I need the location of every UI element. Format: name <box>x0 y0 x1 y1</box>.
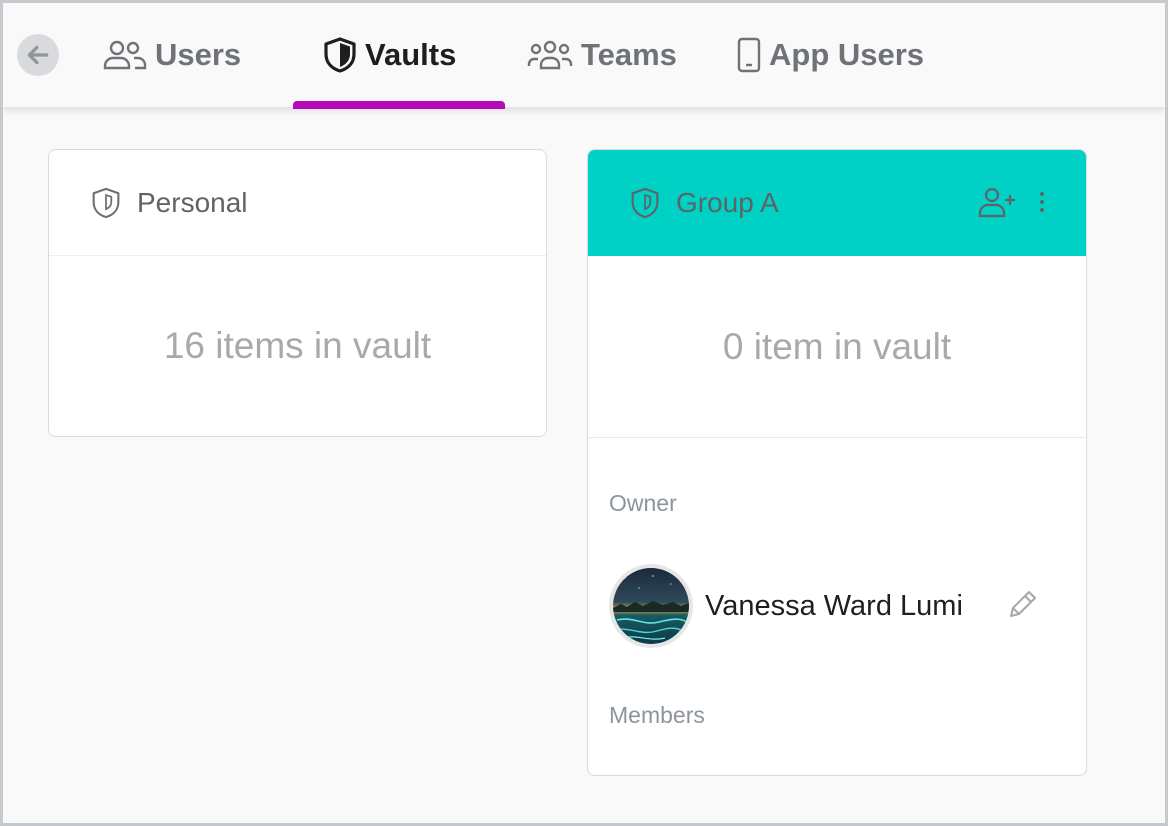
shield-icon <box>92 187 120 218</box>
vault-card-header: Personal <box>49 150 546 256</box>
tab-teams-label: Teams <box>581 37 677 72</box>
members-label: Members <box>609 702 705 728</box>
arrow-left-icon <box>27 45 49 65</box>
tab-vaults[interactable]: Vaults <box>323 29 456 81</box>
vault-card-header: Group A <box>588 150 1086 256</box>
vault-header-actions <box>978 186 1046 218</box>
edit-owner-button[interactable] <box>1005 588 1039 622</box>
vault-item-count: 16 items in vault <box>163 325 432 366</box>
vault-name: Personal <box>137 186 248 218</box>
shield-icon <box>631 187 659 219</box>
users-icon <box>103 40 147 70</box>
tab-app-users-label: App Users <box>769 37 925 72</box>
app-frame: Users Vaults Teams App Users Personal 16… <box>0 0 1168 826</box>
tab-app-users[interactable]: App Users <box>737 29 924 81</box>
shield-icon <box>324 37 356 73</box>
avatar <box>609 564 693 648</box>
pencil-icon <box>1010 591 1036 617</box>
vault-name: Group A <box>676 187 779 218</box>
team-icon <box>527 40 573 70</box>
mobile-phone-icon <box>737 37 761 73</box>
active-tab-indicator <box>293 101 505 109</box>
owner-row: Vanessa Ward Lumi <box>609 564 1049 648</box>
vault-item-count: 0 item in vault <box>588 256 1086 438</box>
more-options-button[interactable] <box>1038 191 1046 213</box>
owner-name: Vanessa Ward Lumi <box>705 589 963 622</box>
tab-teams[interactable]: Teams <box>527 29 677 81</box>
tab-users-label: Users <box>155 37 242 72</box>
back-button[interactable] <box>17 34 59 76</box>
tab-bar: Users Vaults Teams App Users <box>3 3 1165 107</box>
tab-users[interactable]: Users <box>103 29 241 81</box>
more-vertical-icon <box>1040 192 1044 212</box>
tab-vaults-label: Vaults <box>365 37 457 72</box>
add-user-icon <box>978 187 1015 218</box>
add-member-button[interactable] <box>978 186 1018 218</box>
owner-label: Owner <box>609 490 677 516</box>
vault-card-group-a[interactable]: Group A 0 item in vault Owner Vanessa Wa… <box>587 149 1087 776</box>
vault-card-personal[interactable]: Personal 16 items in vault <box>48 149 547 437</box>
